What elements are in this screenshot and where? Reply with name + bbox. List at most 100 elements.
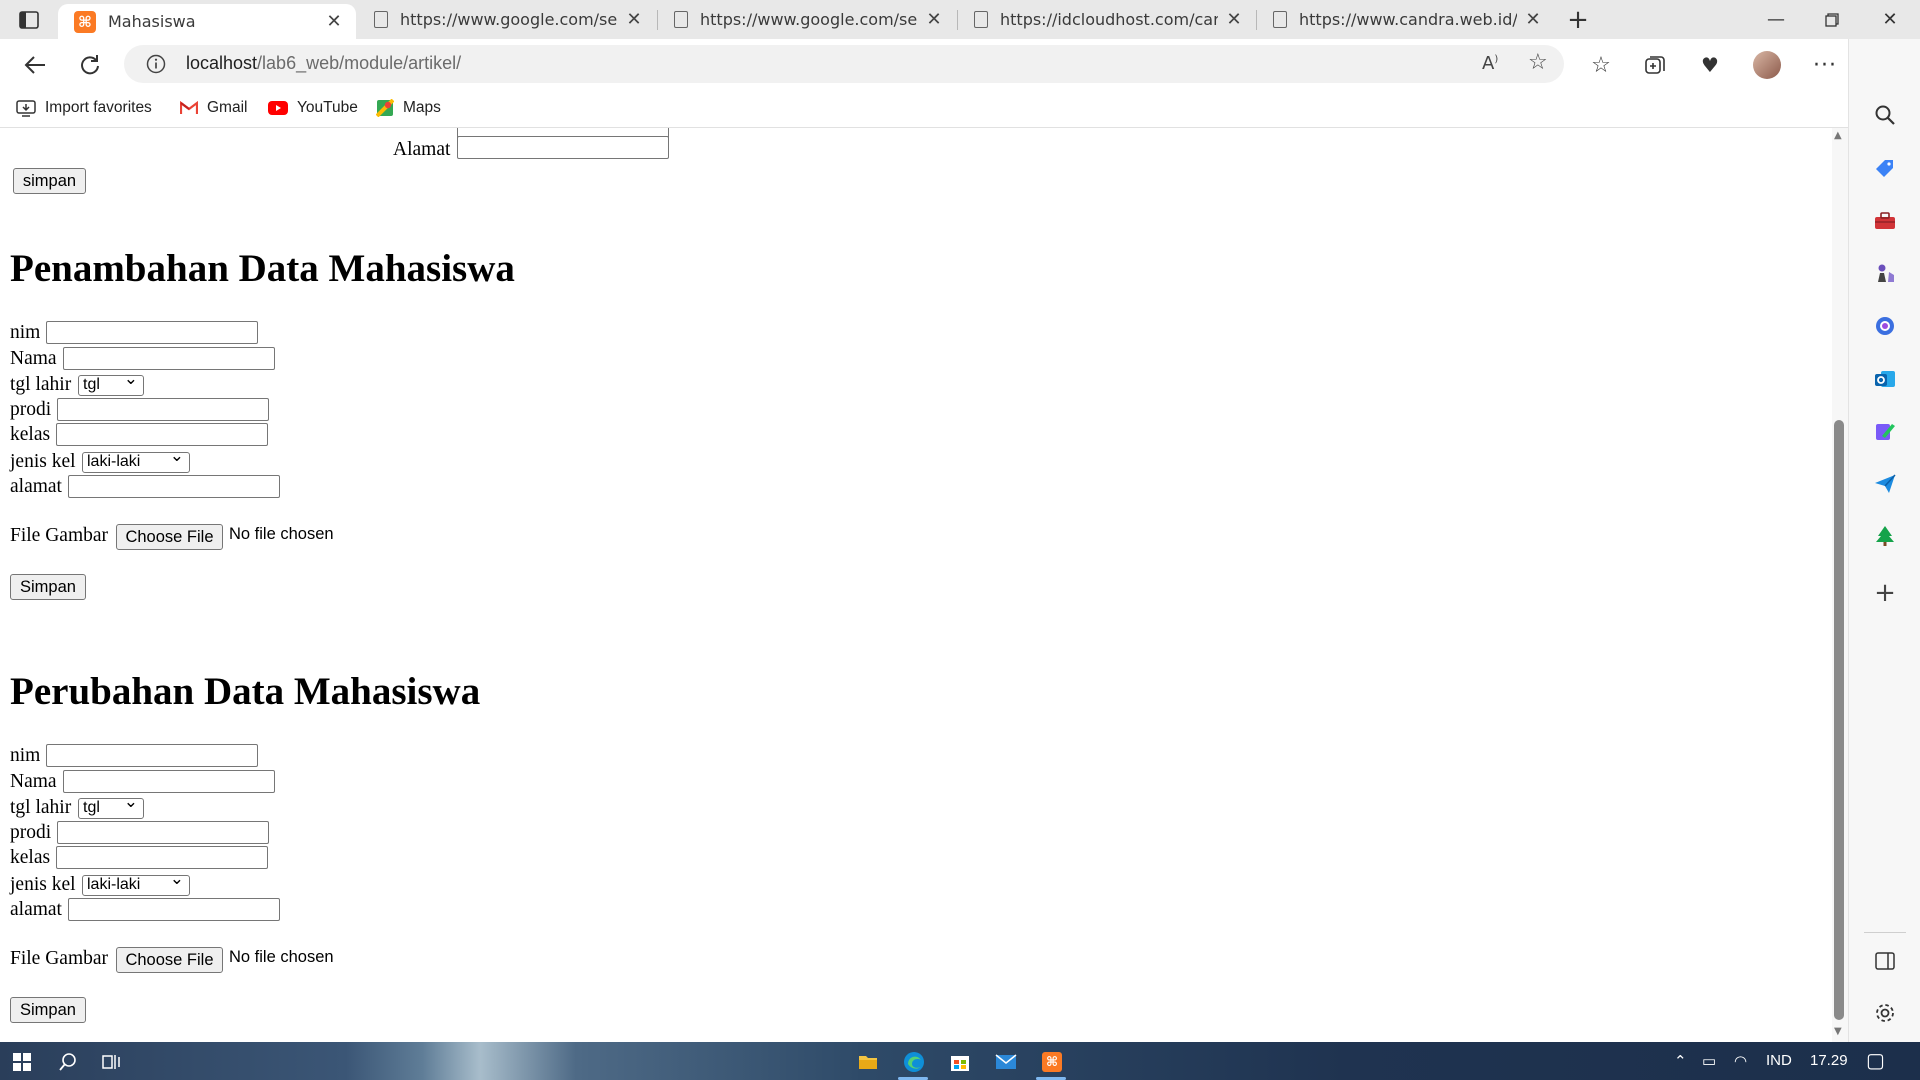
plus-icon: + xyxy=(1874,578,1896,608)
collections-button[interactable] xyxy=(1640,50,1670,80)
start-button[interactable] xyxy=(8,1048,36,1076)
tab-mahasiswa[interactable]: ⌘ Mahasiswa ✕ xyxy=(58,4,356,39)
taskbar-search-button[interactable] xyxy=(54,1048,82,1076)
back-button[interactable] xyxy=(20,50,50,80)
wifi-icon[interactable]: ◠ xyxy=(1734,1052,1747,1070)
add-simpan-button[interactable]: Simpan xyxy=(10,574,86,600)
top-simpan-button[interactable]: simpan xyxy=(13,168,86,194)
edge-icon xyxy=(904,1052,924,1072)
clock[interactable]: 17.29 xyxy=(1810,1052,1848,1069)
sidebar-games-button[interactable] xyxy=(1870,258,1900,288)
scrollbar-thumb[interactable] xyxy=(1834,420,1844,1020)
add-favorite-icon[interactable]: ☆ xyxy=(1528,50,1548,75)
close-tab-icon[interactable]: ✕ xyxy=(1525,9,1541,30)
new-tab-button[interactable]: + xyxy=(1562,4,1594,36)
hide-sidebar-button[interactable] xyxy=(1870,946,1900,976)
add-choose-file-button[interactable]: Choose File xyxy=(116,524,223,550)
add-nama-input[interactable] xyxy=(63,347,275,370)
refresh-button[interactable] xyxy=(74,50,104,80)
edit-jk-select[interactable]: laki-laki xyxy=(82,870,190,896)
top-alamat-input[interactable] xyxy=(457,136,669,159)
scroll-down-icon[interactable]: ▼ xyxy=(1834,1026,1842,1037)
sidebar-divider xyxy=(1864,932,1906,933)
close-tab-icon[interactable]: ✕ xyxy=(1226,9,1242,30)
taskbar-edge[interactable] xyxy=(900,1048,928,1076)
taskbar-file-explorer[interactable] xyxy=(854,1048,882,1076)
taskbar-store[interactable] xyxy=(946,1048,974,1076)
close-tab-icon[interactable]: ✕ xyxy=(326,11,342,32)
favorite-import[interactable]: Import favorites xyxy=(16,96,152,120)
add-file-label: File Gambar xyxy=(10,525,109,546)
restore-button[interactable] xyxy=(1804,0,1860,39)
edit-form-heading: Perubahan Data Mahasiswa xyxy=(10,670,481,713)
close-window-button[interactable]: ✕ xyxy=(1862,0,1918,39)
edit-prodi-input[interactable] xyxy=(57,821,269,844)
refresh-icon xyxy=(81,55,99,75)
minimize-button[interactable]: — xyxy=(1748,0,1804,39)
close-tab-icon[interactable]: ✕ xyxy=(926,9,942,30)
add-nim-input[interactable] xyxy=(46,321,258,344)
sidebar-settings-button[interactable] xyxy=(1870,998,1900,1028)
sidebar-send-button[interactable] xyxy=(1870,469,1900,499)
tab-actions-button[interactable] xyxy=(16,8,42,32)
add-jk-select[interactable]: laki-laki xyxy=(82,447,190,473)
add-alamat-input[interactable] xyxy=(68,475,280,498)
favorite-maps[interactable]: Maps xyxy=(376,96,441,120)
address-bar[interactable]: localhost/lab6_web/module/artikel/ A) ☆ xyxy=(124,45,1564,83)
back-arrow-icon xyxy=(24,56,45,74)
edit-kelas-input[interactable] xyxy=(56,846,268,869)
avatar xyxy=(1753,51,1781,79)
add-prodi-input[interactable] xyxy=(57,398,269,421)
favorites-button[interactable]: ☆ xyxy=(1586,50,1616,80)
tab-idcloudhost[interactable]: https://idcloudhost.com/cara-me ✕ xyxy=(958,0,1256,39)
sidebar-tree-button[interactable] xyxy=(1870,521,1900,551)
settings-menu-button[interactable]: ··· xyxy=(1810,50,1840,80)
add-kelas-input[interactable] xyxy=(56,423,268,446)
language-indicator[interactable]: IND xyxy=(1766,1052,1792,1069)
taskbar-xampp[interactable]: ⌘ xyxy=(1038,1048,1066,1076)
search-icon xyxy=(1875,105,1895,125)
close-tab-icon[interactable]: ✕ xyxy=(626,9,642,30)
taskbar-mail[interactable] xyxy=(992,1048,1020,1076)
task-view-button[interactable] xyxy=(98,1048,126,1076)
add-tgl-select[interactable]: tgl xyxy=(78,370,144,396)
edit-simpan-button[interactable]: Simpan xyxy=(10,997,86,1023)
edit-nim-input[interactable] xyxy=(46,744,258,767)
edit-nama-input[interactable] xyxy=(63,770,275,793)
edit-prodi-label: prodi xyxy=(10,822,52,843)
sidebar-outlook-button[interactable] xyxy=(1870,364,1900,394)
edit-tgl-select[interactable]: tgl xyxy=(78,793,144,819)
url-text[interactable]: localhost/lab6_web/module/artikel/ xyxy=(186,53,461,74)
folder-icon xyxy=(859,1056,877,1069)
battery-icon[interactable]: ▭ xyxy=(1702,1052,1716,1070)
favorite-gmail[interactable]: Gmail xyxy=(180,96,247,120)
tray-overflow-icon[interactable]: ⌃ xyxy=(1674,1052,1687,1070)
profile-button[interactable] xyxy=(1752,50,1782,80)
sidebar-designer-button[interactable] xyxy=(1870,416,1900,446)
sidebar-shopping-button[interactable] xyxy=(1870,154,1900,184)
heart-pulse-icon: ♥ xyxy=(1701,53,1719,77)
info-icon[interactable] xyxy=(146,54,166,74)
sidebar-tools-button[interactable] xyxy=(1870,206,1900,236)
edit-alamat-input[interactable] xyxy=(68,898,280,921)
add-tgl-label: tgl lahir xyxy=(10,374,72,395)
sidebar-add-button[interactable]: + xyxy=(1870,578,1900,608)
tab-candra[interactable]: https://www.candra.web.id/tekni ✕ xyxy=(1257,0,1555,39)
edit-choose-file-button[interactable]: Choose File xyxy=(116,947,223,973)
notifications-icon[interactable]: ▢ xyxy=(1866,1048,1885,1073)
scroll-up-icon[interactable]: ▲ xyxy=(1834,130,1842,141)
sidebar-toggle-icon xyxy=(1875,952,1895,970)
favorites-icon: ☆ xyxy=(1591,52,1611,78)
edit-nama-label: Nama xyxy=(10,771,57,792)
favorite-youtube[interactable]: YouTube xyxy=(268,96,358,120)
read-aloud-icon[interactable]: A) xyxy=(1482,53,1498,74)
tab-google-1[interactable]: https://www.google.com/search? ✕ xyxy=(358,0,656,39)
sidebar-search-button[interactable] xyxy=(1870,100,1900,130)
designer-icon xyxy=(1876,424,1895,440)
paper-plane-icon xyxy=(1875,474,1896,493)
tag-icon xyxy=(1876,160,1893,177)
tab-google-2[interactable]: https://www.google.com/search? ✕ xyxy=(658,0,956,39)
sidebar-microsoft365-button[interactable] xyxy=(1870,311,1900,341)
add-no-file-text: No file chosen xyxy=(229,525,334,543)
browser-essentials-button[interactable]: ♥ xyxy=(1695,50,1725,80)
